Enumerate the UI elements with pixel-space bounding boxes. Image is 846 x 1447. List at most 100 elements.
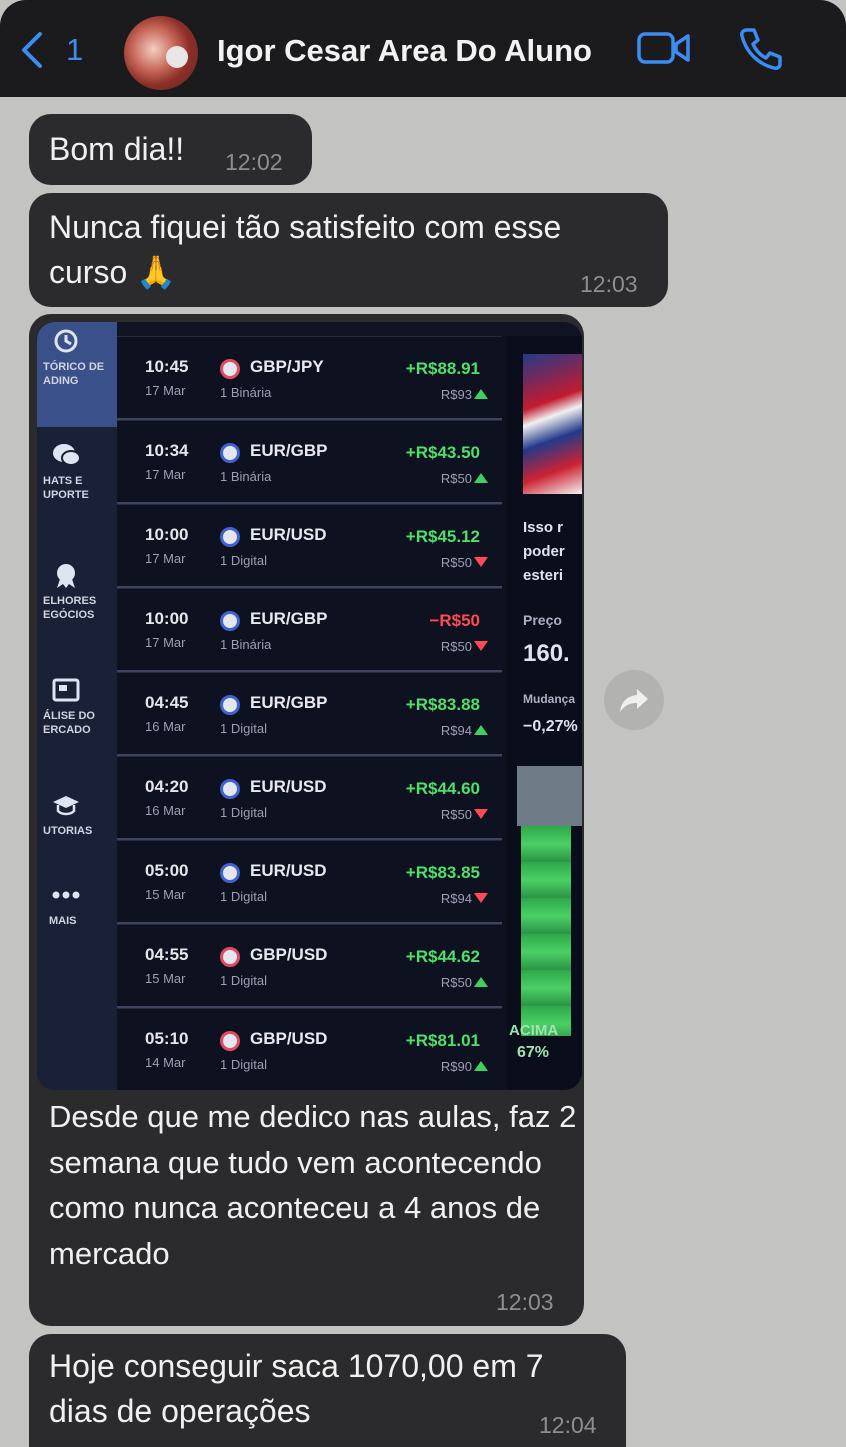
flag-image [523,354,582,494]
sidebar-item-history: TÓRICO DE ADING [37,322,117,427]
trade-investment: R$50 [440,807,472,822]
trading-sidebar: TÓRICO DE ADING HATS E UPORTE ELHORES EG… [37,322,117,1090]
arrow-down-icon [474,641,488,651]
award-icon [57,564,75,588]
chat-header: 1 Igor Cesar Area Do Aluno [0,0,846,97]
trade-date: 17 Mar [145,635,186,650]
trade-profit: +R$44.60 [405,779,480,798]
message-time: 12:03 [496,1289,554,1315]
currency-flag-icon [220,863,240,883]
up-volume-bar [521,826,571,1036]
trade-row[interactable]: 04:45 16 Mar EUR/GBP 1 Digital +R$83.88 R$94 [117,672,502,756]
currency-flag-icon [220,611,240,631]
trade-row[interactable]: 04:20 16 Mar EUR/USD 1 Digital +R$44.60 R$50 [117,756,502,840]
chat-icon [53,444,81,466]
sidebar-label: ELHORES EGÓCIOS [43,595,97,621]
message-bubble[interactable]: Bom dia!! 12:02 [29,114,312,185]
trade-investment: R$94 [440,723,472,738]
trade-investment: R$93 [440,387,472,402]
back-button[interactable]: 1 [18,30,83,70]
message-text: Hoje conseguir saca 1070,00 em 7 dias de… [49,1348,544,1429]
promo-text: Isso r poder esteri [523,519,565,584]
chart-area [517,766,582,826]
currency-flag-icon [220,695,240,715]
arrow-up-icon [474,977,488,987]
trade-type: 1 Binária [220,637,272,652]
trade-investment: R$50 [440,471,472,486]
trade-row[interactable]: 05:10 14 Mar GBP/USD 1 Digital +R$81.01 R$90 [117,1008,502,1090]
arrow-up-icon [474,1061,488,1071]
message-text: Nunca fiquei tão satisfeito com esse cur… [49,209,562,290]
forward-button[interactable] [604,670,664,730]
sidebar-item-analysis: ÁLISE DO ERCADO [37,677,117,737]
message-text: Bom dia!! [49,131,185,167]
sidebar-label: MAIS [49,915,77,927]
trade-date: 15 Mar [145,971,186,986]
sidebar-label: UTORIAS [43,825,93,837]
trade-row[interactable]: 10:00 17 Mar EUR/GBP 1 Binária −R$50 R$50 [117,588,502,672]
video-call-icon[interactable] [636,28,692,68]
trade-profit: +R$88.91 [405,359,480,378]
trade-profit: +R$45.12 [405,527,480,546]
trade-pair: EUR/USD [250,525,327,544]
trade-profit: +R$43.50 [405,443,480,462]
trade-row[interactable]: 10:34 17 Mar EUR/GBP 1 Binária +R$43.50 R$50 [117,420,502,504]
unread-count: 1 [66,32,84,67]
trade-date: 17 Mar [145,383,186,398]
currency-flag-icon [220,947,240,967]
trade-date: 14 Mar [145,1055,186,1070]
trade-type: 1 Binária [220,469,272,484]
message-time: 12:03 [580,271,638,297]
trade-row[interactable]: 10:00 17 Mar EUR/USD 1 Digital +R$45.12 R$50 [117,504,502,588]
trade-investment: R$94 [440,891,472,906]
asset-panel: Isso r poder esteri Preço 160. Mudança −… [507,336,582,1090]
avatar[interactable] [124,16,198,90]
trade-pair: GBP/JPY [250,357,324,376]
trade-row[interactable]: 10:45 17 Mar GBP/JPY 1 Binária +R$88.91 R$93 [117,336,502,420]
phone-call-icon[interactable] [738,26,784,72]
arrow-down-icon [474,893,488,903]
image-message-bubble[interactable]: TÓRICO DE ADING HATS E UPORTE ELHORES EG… [29,314,584,1326]
trade-time: 10:34 [145,441,189,460]
news-icon [52,678,80,702]
trade-time: 04:55 [145,945,189,964]
attached-screenshot[interactable]: TÓRICO DE ADING HATS E UPORTE ELHORES EG… [37,322,582,1090]
trade-time: 04:45 [145,693,189,712]
trade-pair: EUR/GBP [250,693,328,712]
trade-time: 10:00 [145,609,189,628]
sidebar-label: TÓRICO DE ADING [43,361,105,387]
currency-flag-icon [220,779,240,799]
trade-row[interactable]: 04:55 15 Mar GBP/USD 1 Digital +R$44.62 R$50 [117,924,502,1008]
chevron-left-icon [22,32,42,68]
arrow-down-icon [474,809,488,819]
trade-pair: EUR/USD [250,861,327,880]
trade-row[interactable]: 05:00 15 Mar EUR/USD 1 Digital +R$83.85 R$94 [117,840,502,924]
trade-time: 05:10 [145,1029,189,1048]
sidebar-item-best: ELHORES EGÓCIOS [37,562,117,622]
currency-flag-icon [220,359,240,379]
message-bubble[interactable]: Nunca fiquei tão satisfeito com esse cur… [29,193,668,307]
graduation-cap-icon [53,796,79,816]
more-icon [52,891,80,899]
currency-flag-icon [220,1031,240,1051]
arrow-up-icon [474,725,488,735]
price-label: Preço [523,612,562,628]
contact-name[interactable]: Igor Cesar Area Do Aluno [217,33,592,69]
trade-date: 17 Mar [145,551,186,566]
trade-profit: +R$83.88 [405,695,480,714]
trade-profit: +R$83.85 [405,863,480,882]
trade-investment: R$50 [440,975,472,990]
trade-profit: +R$44.62 [405,947,480,966]
arrow-down-icon [474,557,488,567]
up-percent: 67% [517,1044,550,1061]
sidebar-label: ÁLISE DO ERCADO [43,710,95,736]
arrow-up-icon [474,389,488,399]
change-label: Mudança [523,692,576,706]
message-time: 12:04 [539,1412,597,1438]
sidebar-label: HATS E UPORTE [43,475,89,501]
trade-time: 05:00 [145,861,189,880]
trade-pair: GBP/USD [250,945,328,964]
sidebar-item-tutorials: UTORIAS [37,792,117,838]
trade-time: 10:00 [145,525,189,544]
message-bubble[interactable]: Hoje conseguir saca 1070,00 em 7 dias de… [29,1334,626,1447]
